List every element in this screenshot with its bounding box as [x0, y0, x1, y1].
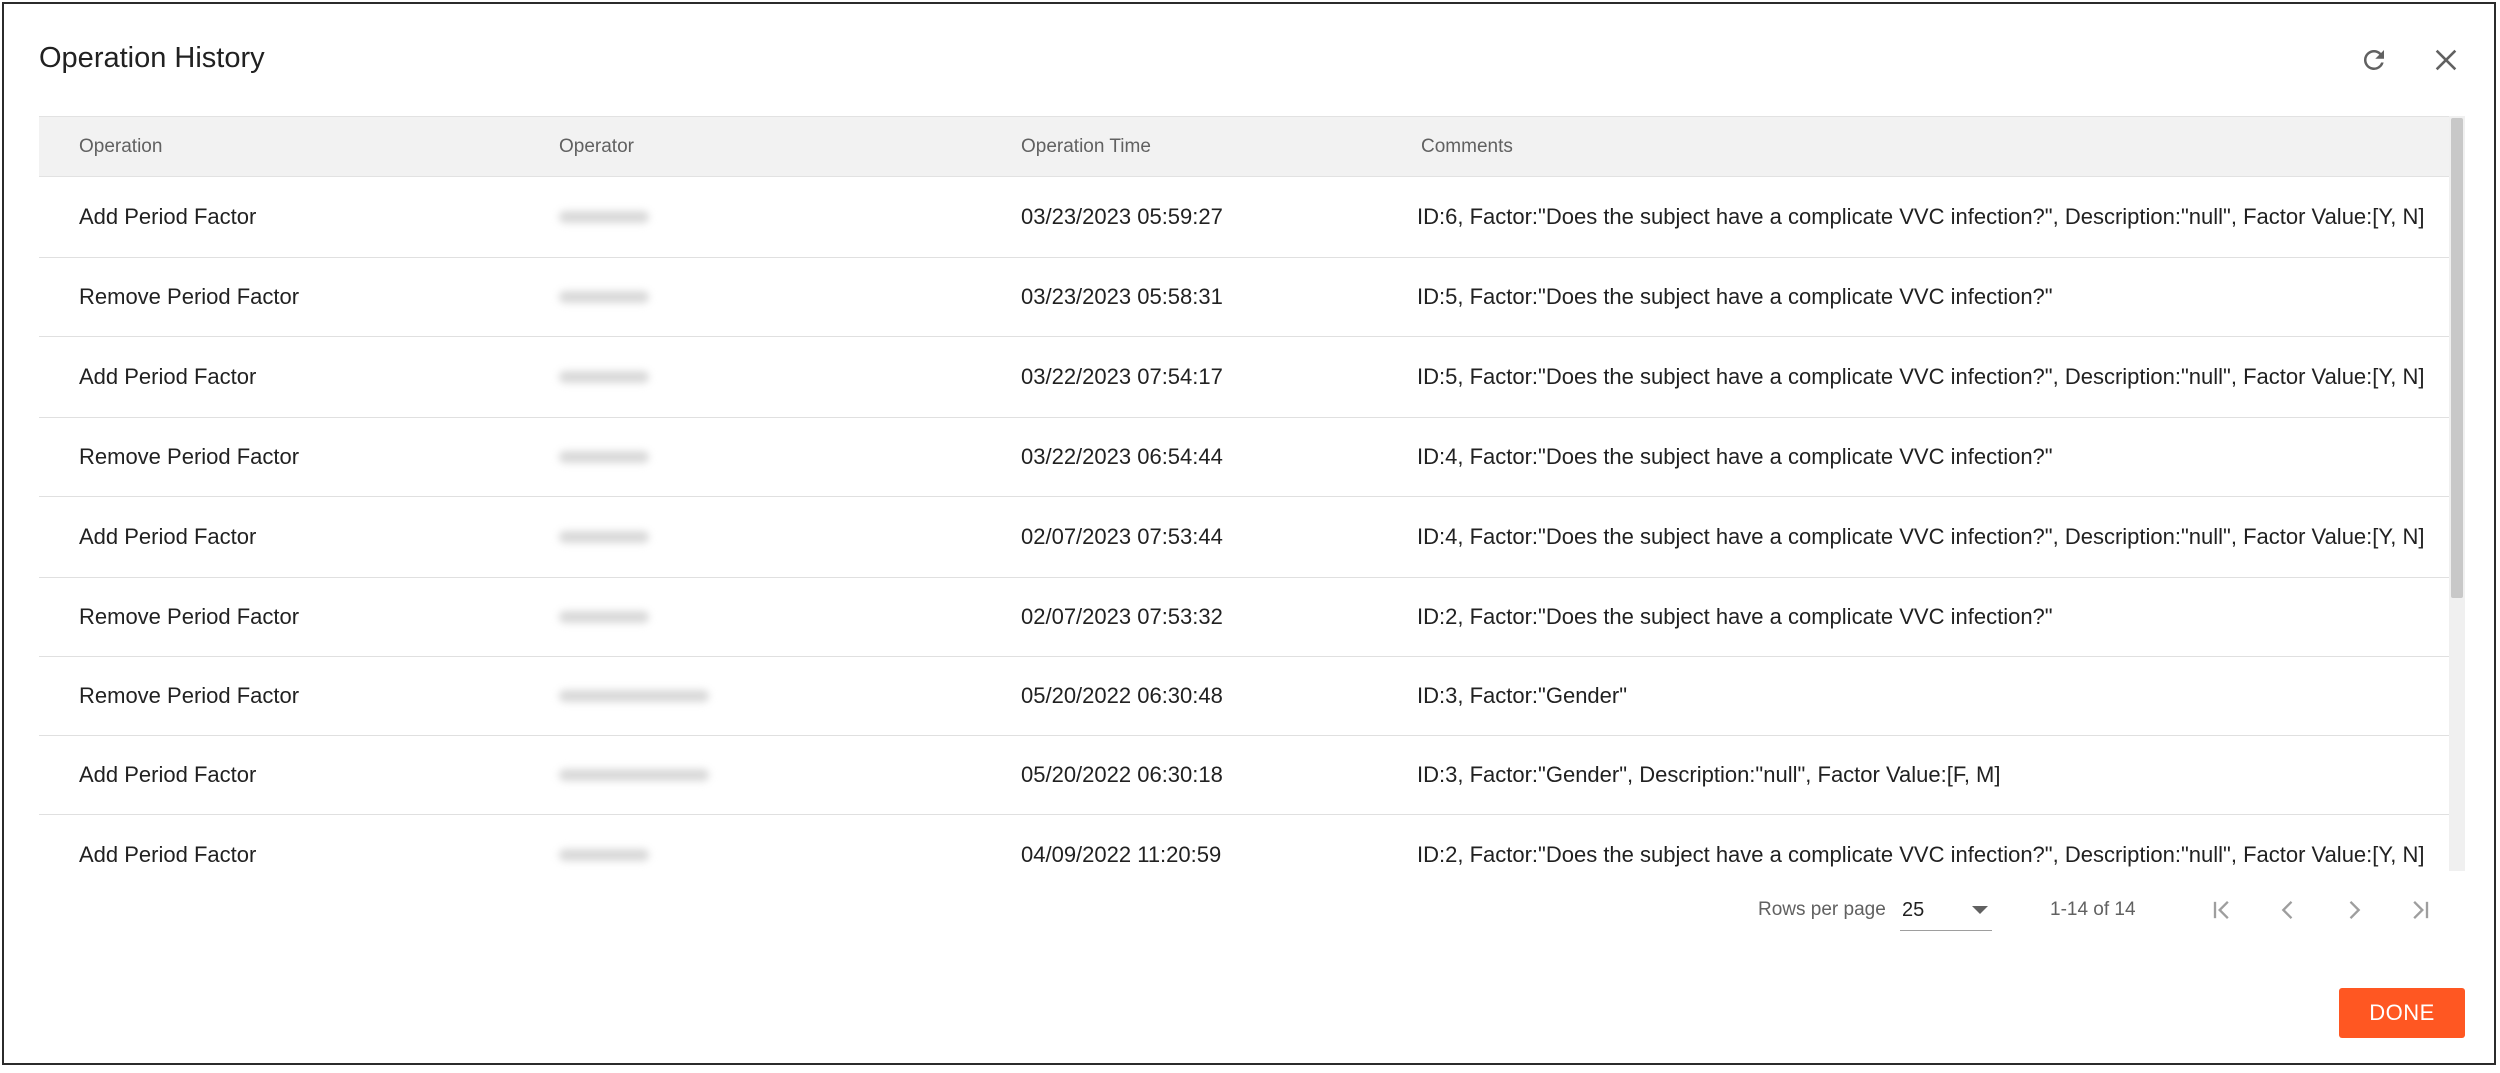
time-cell: 03/22/2023 06:54:44: [1021, 444, 1223, 469]
table-row: Add Period Factor 04/09/2022 11:20:59 ID…: [39, 815, 2449, 871]
redacted-operator: [559, 371, 649, 383]
comments-cell: ID:3, Factor:"Gender", Description:"null…: [1417, 762, 2001, 787]
time-cell: 05/20/2022 06:30:18: [1021, 762, 1223, 787]
comments-cell: ID:5, Factor:"Does the subject have a co…: [1417, 364, 2425, 389]
previous-page-button[interactable]: [2268, 890, 2308, 930]
rows-per-page-value: 25: [1902, 899, 1925, 921]
operation-cell: Add Period Factor: [79, 524, 257, 549]
last-page-icon: [2413, 901, 2429, 919]
operator-cell: [519, 258, 759, 336]
table-row: Add Period Factor 02/07/2023 07:53:44 ID…: [39, 497, 2449, 578]
chevron-left-icon: [2281, 901, 2293, 919]
rows-per-page-select[interactable]: 25: [1900, 890, 1992, 931]
operation-cell: Add Period Factor: [79, 204, 257, 229]
redacted-operator: [559, 291, 649, 303]
comments-cell: ID:5, Factor:"Does the subject have a co…: [1417, 284, 2053, 309]
table-header: Operation Operator Operation Time Commen…: [39, 116, 2449, 177]
operation-cell: Add Period Factor: [79, 762, 257, 787]
redacted-operator: [559, 769, 709, 781]
operator-cell: [519, 657, 759, 735]
operation-history-table: Operation Operator Operation Time Commen…: [39, 116, 2465, 871]
operation-cell: Remove Period Factor: [79, 604, 300, 629]
next-page-button[interactable]: [2334, 890, 2374, 930]
redacted-operator: [559, 611, 649, 623]
redacted-operator: [559, 451, 649, 463]
redacted-operator: [559, 690, 709, 702]
operation-history-dialog: Operation History Operation Operator Ope…: [2, 2, 2496, 1065]
column-header-operation-time: Operation Time: [1021, 136, 1151, 157]
table-scrollbar-thumb[interactable]: [2451, 118, 2463, 598]
operation-cell: Remove Period Factor: [79, 683, 300, 708]
comments-cell: ID:4, Factor:"Does the subject have a co…: [1417, 444, 2053, 469]
time-cell: 02/07/2023 07:53:32: [1021, 604, 1223, 629]
time-cell: 03/22/2023 07:54:17: [1021, 364, 1223, 389]
column-header-operation: Operation: [79, 136, 163, 157]
time-cell: 03/23/2023 05:59:27: [1021, 204, 1223, 229]
last-page-button[interactable]: [2400, 890, 2440, 930]
comments-cell: ID:2, Factor:"Does the subject have a co…: [1417, 604, 2053, 629]
comments-cell: ID:4, Factor:"Does the subject have a co…: [1417, 524, 2425, 549]
column-header-comments: Comments: [1421, 136, 1513, 157]
operator-cell: [519, 337, 759, 417]
operator-cell: [519, 497, 759, 577]
table-row: Remove Period Factor 03/22/2023 06:54:44…: [39, 418, 2449, 497]
operator-cell: [519, 815, 759, 871]
operation-cell: Add Period Factor: [79, 842, 257, 867]
operator-cell: [519, 578, 759, 656]
dialog-title: Operation History: [39, 42, 265, 74]
table-row: Remove Period Factor 02/07/2023 07:53:32…: [39, 578, 2449, 657]
redacted-operator: [559, 531, 649, 543]
comments-cell: ID:3, Factor:"Gender": [1417, 683, 1628, 708]
table-row: Add Period Factor 05/20/2022 06:30:18 ID…: [39, 736, 2449, 815]
time-cell: 05/20/2022 06:30:48: [1021, 683, 1223, 708]
table-row: Remove Period Factor 05/20/2022 06:30:48…: [39, 657, 2449, 736]
time-cell: 03/23/2023 05:58:31: [1021, 284, 1223, 309]
pagination-range: 1-14 of 14: [2050, 899, 2136, 920]
operator-cell: [519, 177, 759, 257]
comments-cell: ID:2, Factor:"Does the subject have a co…: [1417, 842, 2425, 867]
operator-cell: [519, 418, 759, 496]
operation-cell: Remove Period Factor: [79, 444, 300, 469]
column-header-operator: Operator: [559, 136, 634, 157]
table-row: Remove Period Factor 03/23/2023 05:58:31…: [39, 258, 2449, 337]
close-button[interactable]: [2426, 40, 2466, 80]
caret-down-icon: [1972, 906, 1988, 914]
rows-per-page-label: Rows per page: [1758, 899, 1886, 920]
operation-cell: Remove Period Factor: [79, 284, 300, 309]
chevron-right-icon: [2349, 901, 2361, 919]
refresh-icon: [2363, 49, 2384, 70]
done-button[interactable]: DONE: [2339, 988, 2465, 1038]
time-cell: 04/09/2022 11:20:59: [1021, 842, 1222, 867]
close-icon: [2435, 49, 2457, 71]
operator-cell: [519, 736, 759, 814]
refresh-button[interactable]: [2354, 40, 2394, 80]
table-row: Add Period Factor 03/23/2023 05:59:27 ID…: [39, 177, 2449, 258]
first-page-icon: [2213, 901, 2229, 919]
redacted-operator: [559, 849, 649, 861]
operation-cell: Add Period Factor: [79, 364, 257, 389]
table-row: Add Period Factor 03/22/2023 07:54:17 ID…: [39, 337, 2449, 418]
comments-cell: ID:6, Factor:"Does the subject have a co…: [1417, 204, 2425, 229]
first-page-button[interactable]: [2202, 890, 2242, 930]
table-body: Add Period Factor 03/23/2023 05:59:27 ID…: [39, 177, 2449, 871]
redacted-operator: [559, 211, 649, 223]
time-cell: 02/07/2023 07:53:44: [1021, 524, 1223, 549]
